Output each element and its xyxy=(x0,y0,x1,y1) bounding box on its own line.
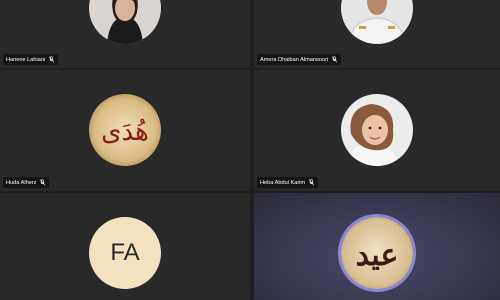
participant-name: Amera Dhaiban Almansoori xyxy=(260,56,329,63)
avatar: عيد xyxy=(341,217,413,289)
participant-name-tag: Amera Dhaiban Almansoori xyxy=(257,54,342,65)
avatar xyxy=(341,94,413,166)
participant-tile[interactable]: Hanene Lahiani xyxy=(0,0,250,68)
avatar: هُدَى xyxy=(89,94,161,166)
participant-tile[interactable]: FA xyxy=(0,193,250,300)
calligraphy-text: عيد xyxy=(356,238,399,273)
participant-name-tag: Heba Abdul Karim xyxy=(257,177,319,188)
participant-tile[interactable]: Amera Dhaiban Almansoori xyxy=(254,0,500,68)
participant-name-tag: Huda Alherz xyxy=(3,177,50,188)
calligraphy-text: هُدَى xyxy=(101,117,149,147)
active-speaker-tile[interactable]: عيد xyxy=(254,193,500,300)
mic-muted-icon xyxy=(40,179,46,186)
avatar xyxy=(89,0,161,44)
avatar-initials: FA xyxy=(89,217,161,289)
mic-muted-icon xyxy=(308,179,315,186)
mic-muted-icon xyxy=(49,56,55,63)
participant-name: Hanene Lahiani xyxy=(6,56,46,63)
avatar xyxy=(341,0,413,44)
participant-name: Heba Abdul Karim xyxy=(260,179,306,186)
participant-name: Huda Alherz xyxy=(6,179,37,186)
mic-muted-icon xyxy=(331,56,338,63)
video-gallery: Hanene Lahiani Amera Dhaiban Almansoori xyxy=(0,0,500,300)
participant-tile[interactable]: Heba Abdul Karim xyxy=(254,70,500,191)
participant-tile[interactable]: هُدَى Huda Alherz xyxy=(0,70,250,191)
participant-name-tag: Hanene Lahiani xyxy=(3,54,59,65)
avatar: FA xyxy=(89,217,161,289)
